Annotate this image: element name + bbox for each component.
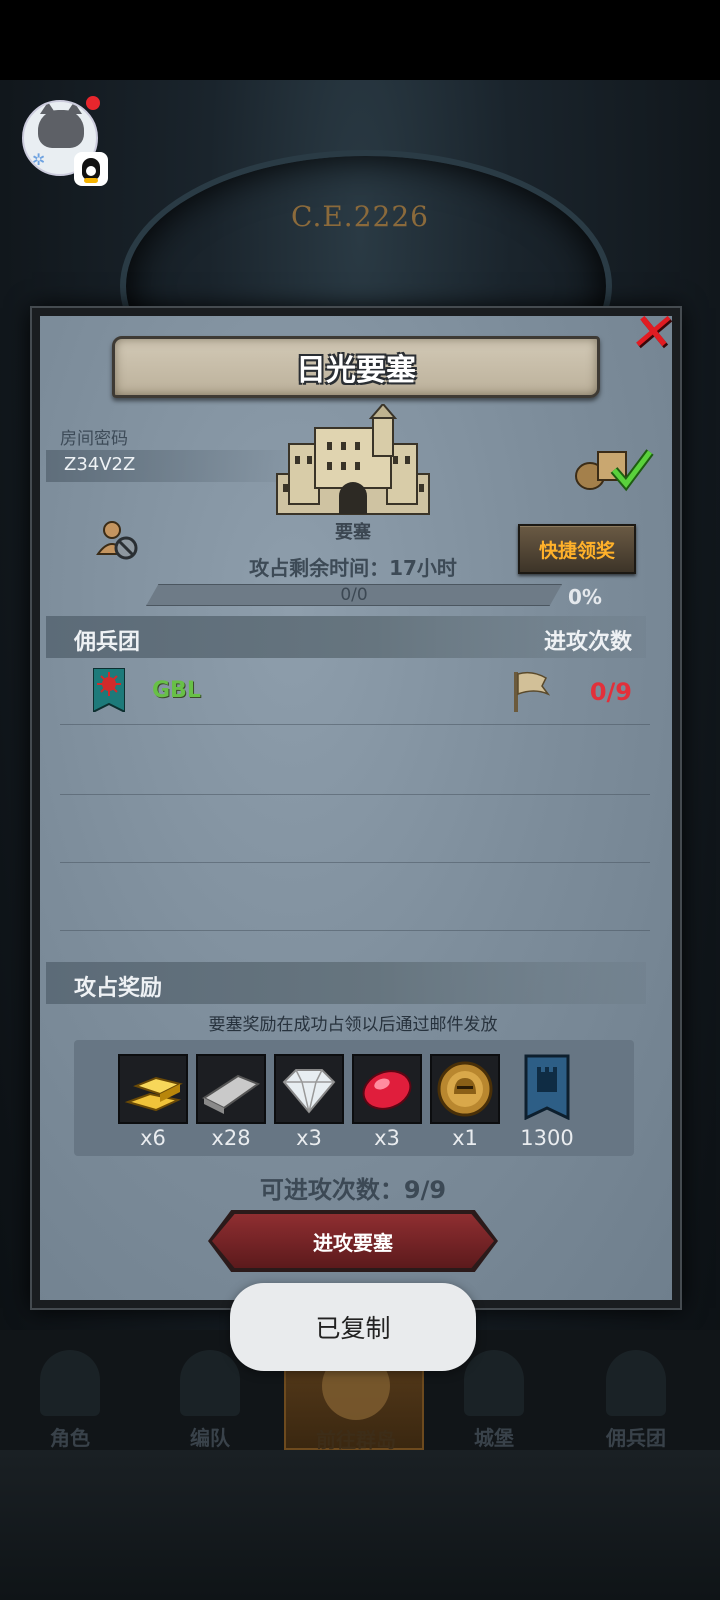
reward-item-medal[interactable] — [430, 1054, 500, 1124]
close-button[interactable]: ✕ — [621, 303, 685, 363]
mercenary-header: 佣兵团 — [74, 630, 141, 655]
reward-qty: x28 — [211, 1126, 251, 1150]
mercenary-name[interactable]: GBL — [152, 678, 201, 703]
time-remaining: 攻占剩余时间：17小时 — [249, 556, 457, 580]
tab-label: 前往群岛 — [316, 1428, 396, 1452]
reward-qty: x6 — [140, 1126, 166, 1150]
copied-toast: 已复制 — [230, 1283, 476, 1371]
knight-medal-icon — [437, 1061, 493, 1117]
knight-helmet-icon — [40, 1350, 100, 1416]
close-icon: ✕ — [625, 303, 681, 363]
castle-banner-icon[interactable] — [524, 1054, 570, 1120]
room-code-value[interactable]: Z34V2Z — [64, 454, 135, 475]
row-divider — [60, 930, 650, 931]
reward-item-diamond[interactable] — [274, 1054, 344, 1124]
tab-label: 角色 — [50, 1426, 90, 1450]
dialog-title-banner: 日光要塞 — [112, 336, 600, 398]
castle-icon — [464, 1350, 524, 1416]
reward-item-ruby[interactable] — [352, 1054, 422, 1124]
flag-icon — [514, 671, 550, 712]
reward-qty: x3 — [296, 1126, 322, 1150]
iron-ingot-icon — [201, 1074, 261, 1114]
room-password-label: 房间密码 — [60, 429, 128, 449]
progress-percent: 0% — [568, 585, 602, 609]
reward-header: 攻占奖励 — [74, 976, 163, 1001]
tab-label: 佣兵团 — [606, 1426, 666, 1450]
tab-label: 城堡 — [474, 1426, 514, 1450]
fortress-castle-icon — [276, 404, 430, 515]
tab-mercenary[interactable]: 佣兵团 — [566, 1340, 706, 1450]
era-label: C.E.2226 — [291, 200, 429, 233]
attack-fortress-button[interactable]: 进攻要塞 — [212, 1214, 494, 1268]
reward-note: 要塞奖励在成功占领以后通过邮件发放 — [208, 1015, 498, 1035]
player-avatar-group[interactable]: ✲ — [22, 96, 112, 190]
formation-icon — [180, 1350, 240, 1416]
tab-character[interactable]: 角色 — [0, 1340, 140, 1450]
attacks-available: 可进攻次数：9/9 — [259, 1176, 447, 1204]
snowflake-icon: ✲ — [32, 150, 46, 169]
dialog-title: 日光要塞 — [296, 353, 416, 388]
tab-label: 编队 — [190, 1426, 230, 1450]
notification-dot — [86, 96, 100, 110]
reward-qty: 1300 — [520, 1126, 574, 1150]
qq-penguin-icon — [82, 158, 100, 183]
mercenary-attack-count: 0/9 — [589, 678, 632, 706]
reward-qty: x3 — [374, 1126, 400, 1150]
loot-claimed-icon — [575, 449, 654, 492]
progress-text: 0/0 — [340, 585, 368, 605]
bottom-background — [0, 1450, 720, 1600]
diamond-icon — [282, 1069, 336, 1114]
reward-item-gold[interactable] — [118, 1054, 188, 1124]
guild-banner-icon — [93, 668, 125, 712]
row-divider — [60, 862, 650, 863]
row-divider — [60, 724, 650, 725]
mercenary-ship-icon — [606, 1350, 666, 1416]
status-bar — [0, 0, 720, 80]
reward-qty: x1 — [452, 1126, 478, 1150]
attack-count-header: 进攻次数 — [543, 630, 632, 655]
gold-bars-icon — [124, 1076, 183, 1112]
reward-item-iron[interactable] — [196, 1054, 266, 1124]
cat-avatar-icon — [38, 102, 84, 148]
row-divider — [60, 794, 650, 795]
qq-badge — [74, 152, 108, 186]
ruby-icon — [362, 1070, 412, 1110]
